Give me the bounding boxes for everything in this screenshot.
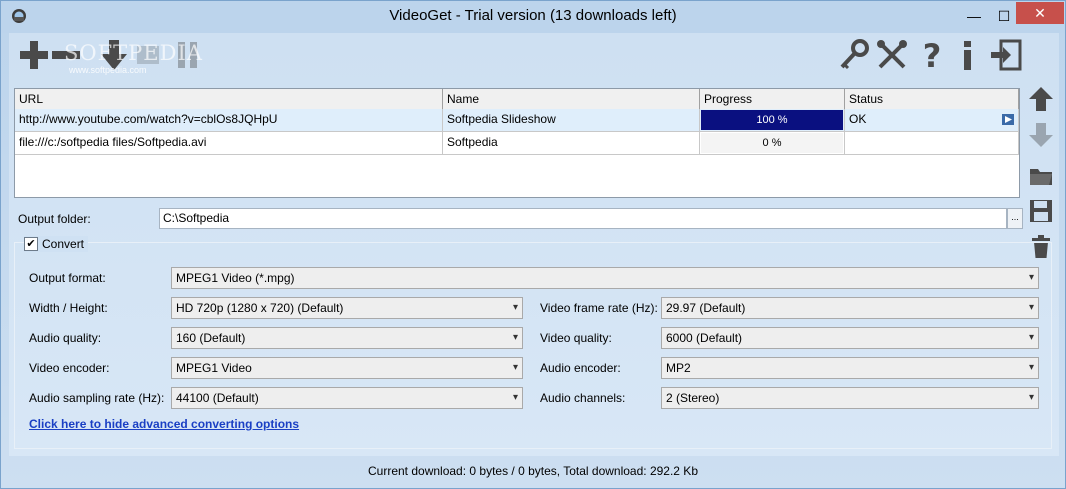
chevron-down-icon: ▾ [512, 302, 518, 313]
video-quality-label: Video quality: [540, 331, 612, 345]
video-encoder-value: MPEG1 Video [176, 361, 252, 375]
audio-sampling-select[interactable]: 44100 (Default) ▾ [171, 387, 523, 409]
chevron-down-icon: ▾ [1028, 272, 1034, 283]
video-encoder-select[interactable]: MPEG1 Video ▾ [171, 357, 523, 379]
audio-quality-label: Audio quality: [29, 331, 102, 345]
browse-folder-button[interactable]: ... [1007, 208, 1023, 229]
width-height-value: HD 720p (1280 x 720) (Default) [176, 301, 344, 315]
downloads-table[interactable]: URL Name Progress Status http://www.yout… [14, 88, 1020, 198]
close-button[interactable]: ✕ [1016, 2, 1064, 24]
play-icon[interactable] [1002, 114, 1014, 125]
audio-channels-select[interactable]: 2 (Stereo) ▾ [661, 387, 1039, 409]
key-icon[interactable] [837, 38, 871, 72]
info-icon[interactable] [951, 38, 985, 72]
table-header: URL Name Progress Status [15, 89, 1019, 110]
cell-status: OK [845, 109, 1019, 131]
exit-icon[interactable] [989, 38, 1023, 72]
add-icon[interactable] [17, 38, 51, 72]
status-text: OK [849, 112, 867, 126]
check-icon: ✔ [26, 237, 36, 250]
hide-advanced-options-link[interactable]: Click here to hide advanced converting o… [29, 417, 299, 431]
column-header-progress[interactable]: Progress [700, 89, 845, 109]
cell-url: file:///c:/softpedia files/Softpedia.avi [15, 132, 443, 154]
status-bar: Current download: 0 bytes / 0 bytes, Tot… [368, 464, 698, 478]
audio-sampling-label: Audio sampling rate (Hz): [29, 391, 165, 405]
progress-bar: 100 % [701, 110, 843, 130]
output-format-value: MPEG1 Video (*.mpg) [176, 271, 295, 285]
progress-text: 0 % [762, 137, 782, 149]
cell-url: http://www.youtube.com/watch?v=cblOs8JQH… [15, 109, 443, 131]
convert-checkbox[interactable]: ✔ Convert [24, 236, 89, 252]
audio-channels-value: 2 (Stereo) [666, 391, 720, 405]
chevron-down-icon: ▾ [1028, 392, 1034, 403]
output-format-label: Output format: [29, 271, 106, 285]
table-row[interactable]: http://www.youtube.com/watch?v=cblOs8JQH… [15, 109, 1019, 132]
audio-encoder-select[interactable]: MP2 ▾ [661, 357, 1039, 379]
move-down-icon[interactable] [1027, 121, 1055, 149]
output-folder-input[interactable]: C:\Softpedia [159, 208, 1007, 229]
width-height-label: Width / Height: [29, 301, 108, 315]
main-panel: SOFTPEDIA www.softpedia.com ? URL Name P… [9, 33, 1059, 456]
progress-text: 100 % [756, 114, 788, 126]
frame-rate-select[interactable]: 29.97 (Default) ▾ [661, 297, 1039, 319]
table-row[interactable]: file:///c:/softpedia files/Softpedia.avi… [15, 132, 1019, 155]
chevron-down-icon: ▾ [512, 392, 518, 403]
cell-progress: 0 % [700, 132, 845, 154]
chevron-down-icon: ▾ [512, 362, 518, 373]
svg-text:?: ? [923, 38, 942, 72]
audio-channels-label: Audio channels: [540, 391, 626, 405]
app-window: VideoGet - Trial version (13 downloads l… [0, 0, 1066, 489]
audio-quality-value: 160 (Default) [176, 331, 246, 345]
video-quality-select[interactable]: 6000 (Default) ▾ [661, 327, 1039, 349]
tools-icon[interactable] [875, 38, 909, 72]
chevron-down-icon: ▾ [1028, 362, 1034, 373]
convert-label: Convert [42, 237, 85, 251]
watermark-logo: SOFTPEDIA [64, 41, 203, 65]
window-title: VideoGet - Trial version (13 downloads l… [389, 7, 677, 24]
save-icon[interactable] [1027, 197, 1055, 225]
chevron-down-icon: ▾ [1028, 332, 1034, 343]
video-encoder-label: Video encoder: [29, 361, 110, 375]
audio-encoder-label: Audio encoder: [540, 361, 621, 375]
open-folder-icon[interactable] [1027, 161, 1055, 189]
audio-encoder-value: MP2 [666, 361, 691, 375]
title-bar[interactable]: VideoGet - Trial version (13 downloads l… [1, 1, 1065, 33]
audio-quality-select[interactable]: 160 (Default) ▾ [171, 327, 523, 349]
progress-bar: 0 % [701, 133, 843, 153]
move-up-icon[interactable] [1027, 85, 1055, 113]
column-header-name[interactable]: Name [443, 89, 700, 109]
frame-rate-value: 29.97 (Default) [666, 301, 746, 315]
audio-sampling-value: 44100 (Default) [176, 391, 259, 405]
cell-name: Softpedia [443, 132, 700, 154]
cell-name: Softpedia Slideshow [443, 109, 700, 131]
cell-status [845, 132, 1019, 154]
width-height-select[interactable]: HD 720p (1280 x 720) (Default) ▾ [171, 297, 523, 319]
chevron-down-icon: ▾ [512, 332, 518, 343]
checkbox-box[interactable]: ✔ [24, 237, 38, 251]
minimize-button[interactable]: — [959, 2, 989, 30]
chevron-down-icon: ▾ [1028, 302, 1034, 313]
column-header-status[interactable]: Status [845, 89, 1019, 109]
help-icon[interactable]: ? [915, 38, 949, 72]
frame-rate-label: Video frame rate (Hz): [540, 301, 658, 315]
output-format-select[interactable]: MPEG1 Video (*.mpg) ▾ [171, 267, 1039, 289]
watermark-url: www.softpedia.com [69, 65, 147, 75]
column-header-url[interactable]: URL [15, 89, 443, 109]
cell-progress: 100 % [700, 109, 845, 131]
video-quality-value: 6000 (Default) [666, 331, 743, 345]
maximize-button[interactable]: ☐ [989, 2, 1019, 30]
output-folder-label: Output folder: [18, 212, 91, 226]
